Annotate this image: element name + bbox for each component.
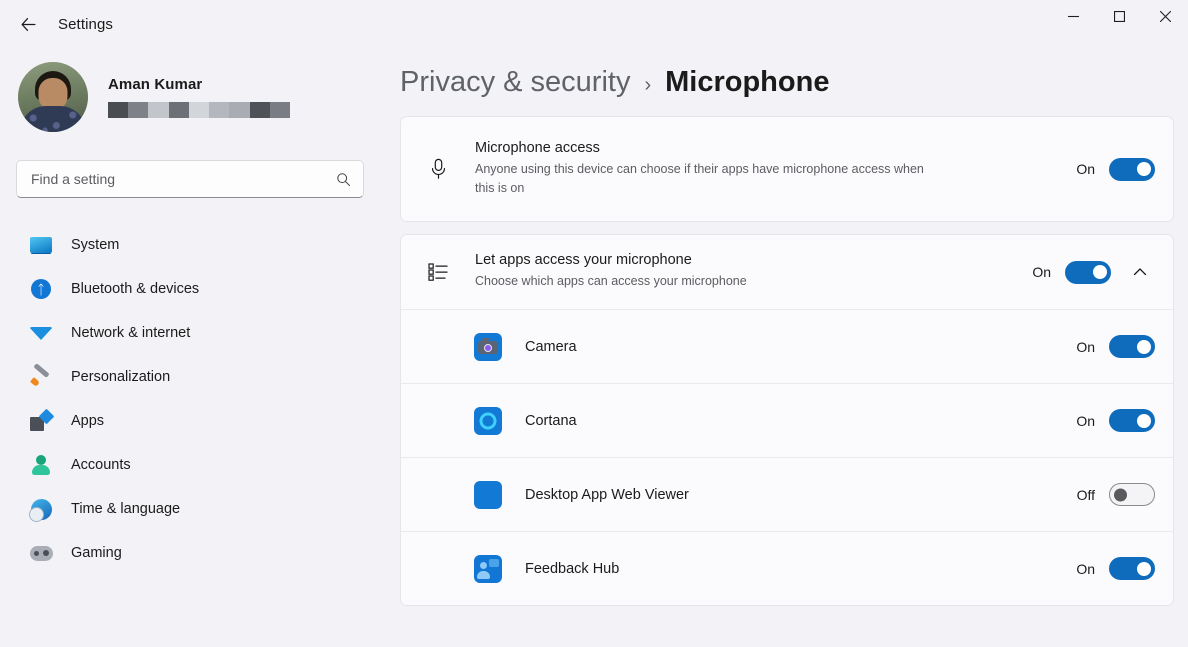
microphone-access-state: On (1076, 161, 1095, 177)
cortana-app-icon (473, 406, 503, 435)
microphone-access-row[interactable]: Microphone access Anyone using this devi… (401, 117, 1173, 221)
let-apps-access-title: Let apps access your microphone (475, 252, 692, 269)
app-state: On (1076, 560, 1095, 577)
avatar (18, 62, 88, 132)
network-icon (28, 321, 54, 345)
let-apps-access-row[interactable]: Let apps access your microphone Choose w… (401, 235, 1173, 309)
app-toggle-cortana[interactable] (1109, 409, 1155, 432)
app-name: Desktop App Web Viewer (525, 486, 689, 503)
maximize-button[interactable] (1096, 0, 1142, 32)
sidebar-item-label: Gaming (71, 545, 122, 561)
app-name: Camera (525, 338, 577, 355)
sidebar-item-accounts[interactable]: Accounts (16, 444, 364, 486)
maximize-icon (1113, 10, 1125, 22)
account-email-redacted (108, 102, 290, 118)
system-icon (28, 233, 54, 257)
breadcrumb-parent-link[interactable]: Privacy & security (400, 66, 630, 99)
search-icon[interactable] (336, 172, 351, 187)
sidebar-item-label: Bluetooth & devices (71, 281, 200, 297)
sidebar-item-label: Time & language (71, 501, 181, 517)
breadcrumb: Privacy & security › Microphone (400, 66, 1174, 99)
microphone-access-toggle[interactable] (1109, 157, 1155, 181)
sidebar-item-label: Personalization (71, 369, 171, 385)
personalization-icon (28, 365, 54, 389)
app-state: On (1076, 412, 1095, 429)
app-list-icon (423, 262, 453, 282)
apps-icon (28, 409, 54, 433)
let-apps-access-toggle[interactable] (1065, 260, 1111, 284)
sidebar-item-time-language[interactable]: Time & language (16, 488, 364, 530)
app-row-feedback-hub[interactable]: Feedback Hub On (401, 531, 1173, 605)
sidebar-item-label: Network & internet (71, 325, 191, 341)
chevron-up-icon[interactable] (1125, 257, 1155, 287)
app-toggle-desktop-app-web-viewer[interactable] (1109, 483, 1155, 506)
sidebar: Aman Kumar System ᛏ Bluetooth & devices (0, 48, 390, 647)
let-apps-access-description: Choose which apps can access your microp… (475, 274, 747, 289)
sidebar-item-system[interactable]: System (16, 224, 364, 266)
sidebar-item-gaming[interactable]: Gaming (16, 532, 364, 574)
app-state: On (1076, 338, 1095, 355)
gaming-icon (28, 541, 54, 565)
window-controls (1050, 0, 1188, 32)
sidebar-item-label: System (71, 237, 120, 253)
title-bar: Settings (0, 0, 1188, 48)
app-state: Off (1076, 486, 1095, 503)
breadcrumb-separator: › (644, 74, 652, 96)
time-language-icon (28, 497, 54, 522)
main-content: Privacy & security › Microphone Micropho… (390, 48, 1188, 647)
account-name: Aman Kumar (108, 76, 203, 93)
bluetooth-icon: ᛏ (28, 277, 54, 301)
desktop-app-web-viewer-icon (473, 480, 503, 509)
let-apps-access-state: On (1032, 264, 1051, 280)
sidebar-item-personalization[interactable]: Personalization (16, 356, 364, 398)
back-arrow-icon (20, 17, 36, 31)
close-icon (1159, 10, 1171, 22)
minimize-button[interactable] (1050, 0, 1096, 32)
microphone-access-title: Microphone access (475, 139, 600, 156)
feedback-hub-app-icon (473, 554, 503, 583)
let-apps-access-card: Let apps access your microphone Choose w… (400, 234, 1174, 606)
accounts-icon (28, 453, 54, 477)
minimize-icon (1067, 15, 1079, 17)
sidebar-item-bluetooth-devices[interactable]: ᛏ Bluetooth & devices (16, 268, 364, 310)
sidebar-item-label: Apps (71, 413, 105, 429)
app-name: Cortana (525, 412, 577, 429)
search-box[interactable] (16, 160, 364, 198)
page-title: Microphone (665, 66, 830, 98)
microphone-access-description: Anyone using this device can choose if t… (475, 161, 924, 195)
app-toggle-feedback-hub[interactable] (1109, 557, 1155, 580)
sidebar-item-network-internet[interactable]: Network & internet (16, 312, 364, 354)
camera-app-icon (473, 332, 503, 361)
app-title: Settings (58, 15, 113, 33)
microphone-icon (423, 158, 453, 180)
back-button[interactable] (10, 8, 46, 40)
account-block[interactable]: Aman Kumar (18, 62, 374, 132)
app-row-desktop-app-web-viewer[interactable]: Desktop App Web Viewer Off (401, 457, 1173, 531)
close-button[interactable] (1142, 0, 1188, 32)
search-input[interactable] (31, 171, 336, 187)
sidebar-item-apps[interactable]: Apps (16, 400, 364, 442)
sidebar-item-label: Accounts (71, 457, 131, 473)
sidebar-nav: System ᛏ Bluetooth & devices Network & i… (0, 224, 374, 574)
app-row-cortana[interactable]: Cortana On (401, 383, 1173, 457)
app-row-camera[interactable]: Camera On (401, 309, 1173, 383)
app-toggle-camera[interactable] (1109, 335, 1155, 358)
app-name: Feedback Hub (525, 560, 620, 577)
microphone-access-card: Microphone access Anyone using this devi… (400, 116, 1174, 222)
